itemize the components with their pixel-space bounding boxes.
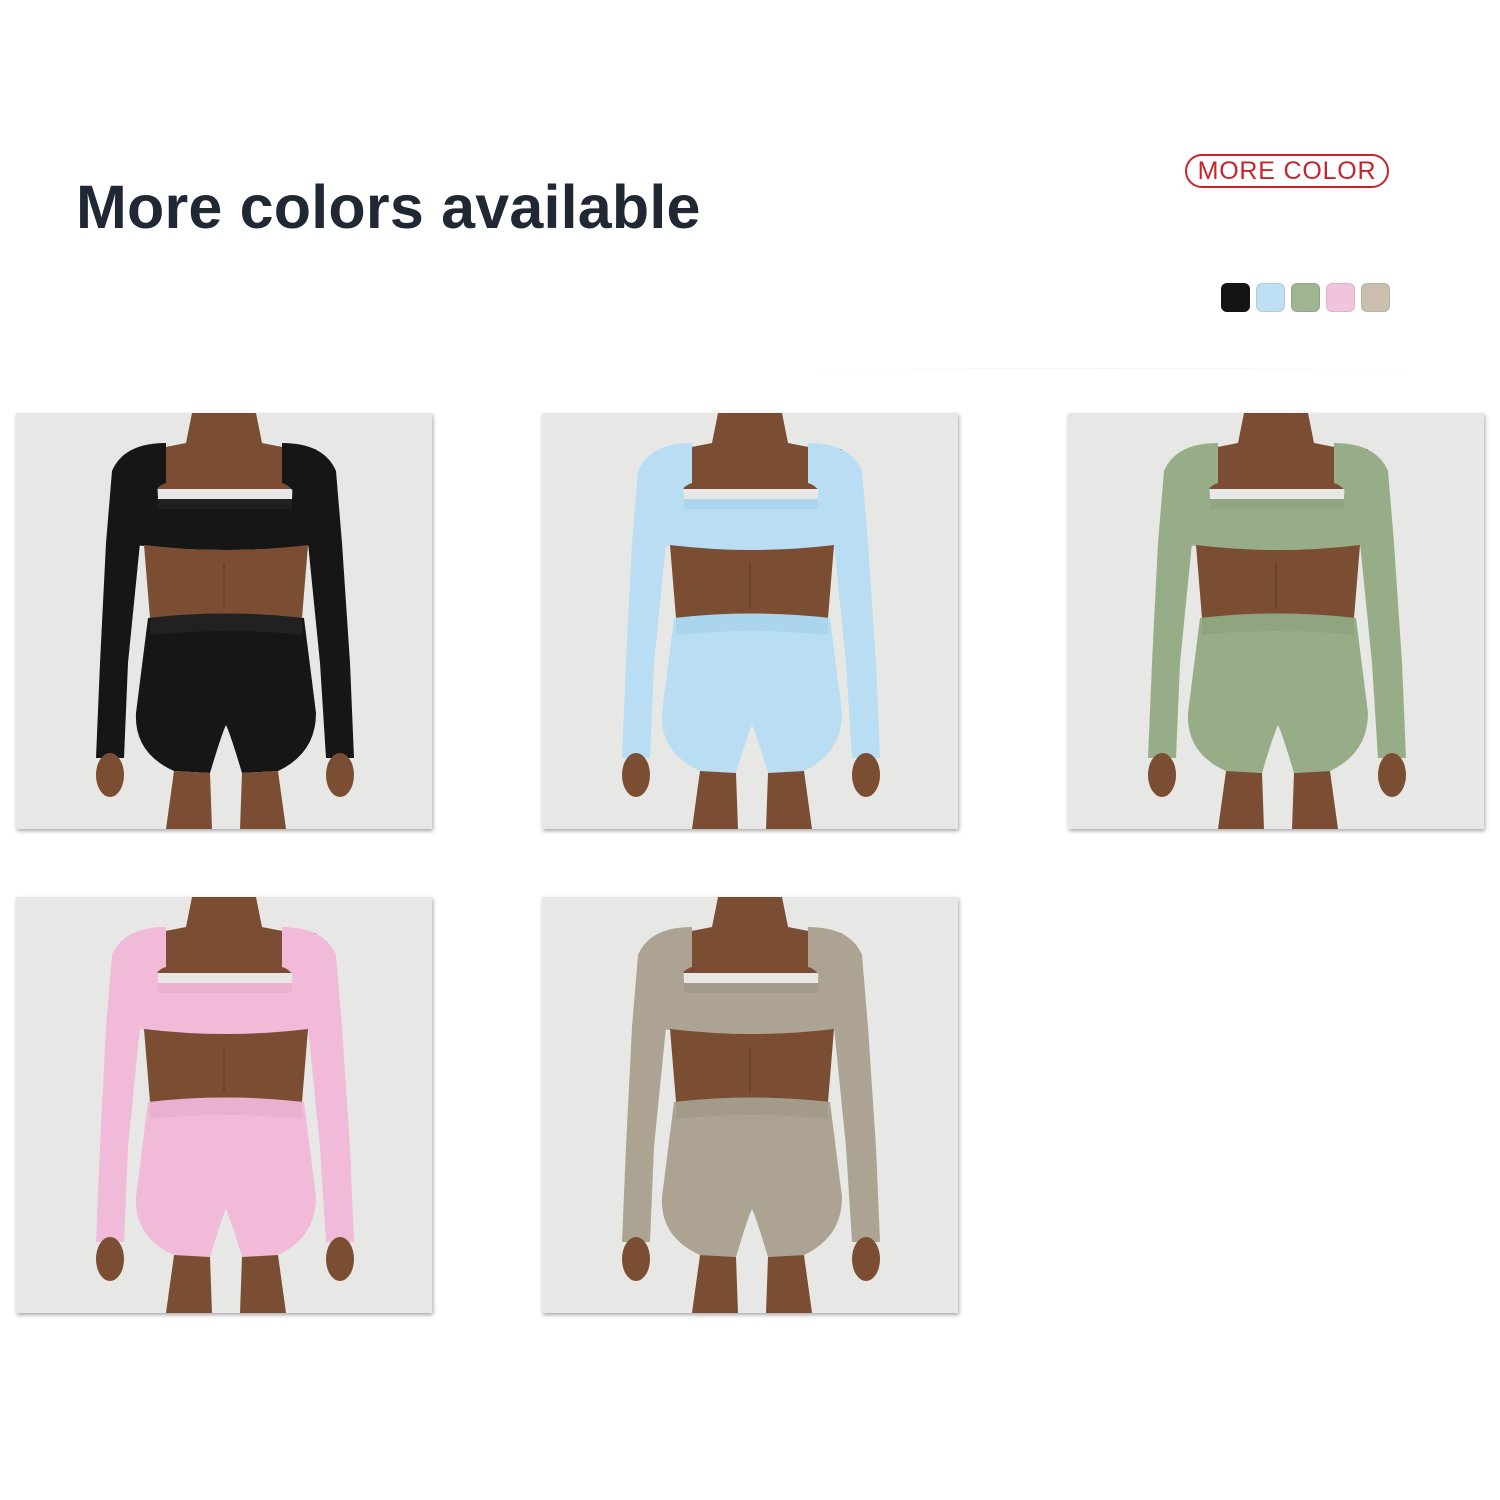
divider: [770, 368, 1450, 369]
product-image-black[interactable]: [16, 413, 432, 829]
product-image-light-blue[interactable]: [542, 413, 958, 829]
swatch-pink[interactable]: [1326, 283, 1355, 312]
page-title: More colors available: [76, 173, 701, 241]
model-figure: [16, 413, 432, 829]
product-image-pink[interactable]: [16, 897, 432, 1313]
model-figure: [542, 897, 958, 1313]
swatch-sage-green[interactable]: [1291, 283, 1320, 312]
swatch-khaki[interactable]: [1361, 283, 1390, 312]
page: More colors available MORE COLOR: [0, 0, 1500, 1500]
more-color-badge[interactable]: MORE COLOR: [1185, 154, 1389, 188]
model-figure: [542, 413, 958, 829]
color-swatches: [1221, 283, 1390, 312]
model-figure: [1068, 413, 1484, 829]
swatch-light-blue[interactable]: [1256, 283, 1285, 312]
product-image-sage-green[interactable]: [1068, 413, 1484, 829]
product-image-khaki[interactable]: [542, 897, 958, 1313]
swatch-black[interactable]: [1221, 283, 1250, 312]
model-figure: [16, 897, 432, 1313]
